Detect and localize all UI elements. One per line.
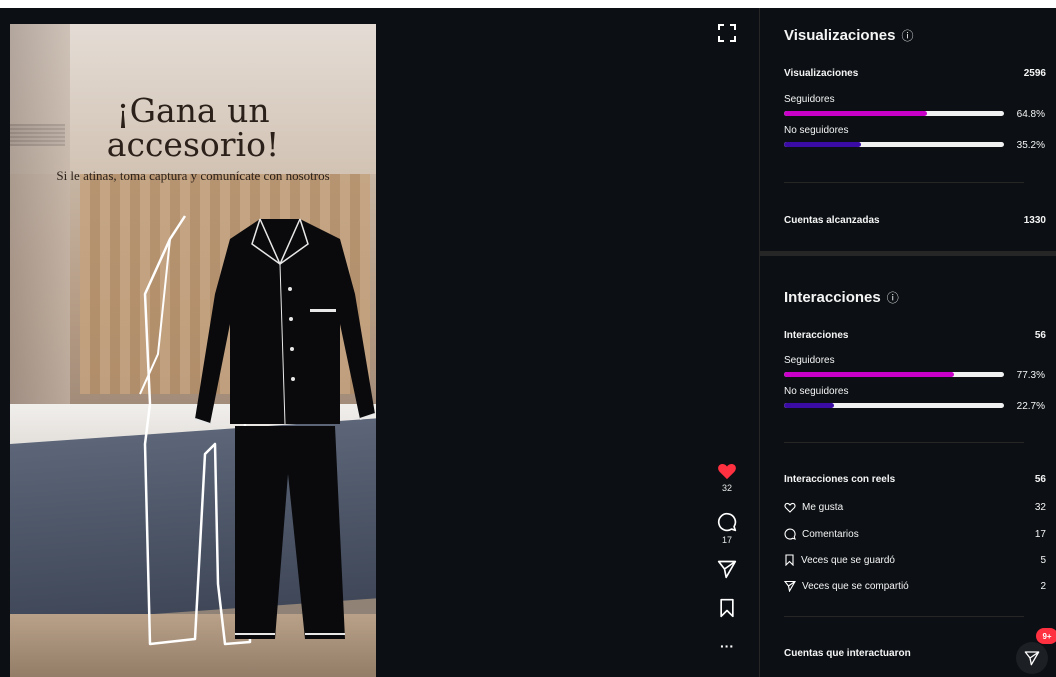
views-non-followers-bar	[784, 142, 1004, 147]
metric-comments-value: 17	[1034, 528, 1046, 540]
heart-filled-icon	[718, 463, 736, 480]
metric-likes-row: Me gusta 32	[784, 502, 1046, 513]
views-title: Visualizaciones	[784, 27, 896, 44]
reached-accounts-row[interactable]: Cuentas alcanzadas 1330	[784, 215, 1046, 226]
metric-shares-row: Veces que se compartió 2	[784, 580, 1046, 592]
comment-count: 17	[721, 535, 732, 545]
reel-interactions-value: 56	[1034, 474, 1046, 485]
metric-comments-row: Comentarios 17	[784, 528, 1046, 540]
bookmark-icon	[720, 598, 734, 618]
metric-saves-value: 5	[1040, 554, 1046, 566]
comment-icon	[717, 512, 737, 532]
info-icon[interactable]: ⓘ	[887, 289, 899, 306]
interactions-non-followers-pct: 22.7%	[1016, 401, 1045, 412]
interacting-accounts-row[interactable]: Cuentas que interactuaron	[784, 648, 1046, 659]
interactions-followers-bar	[784, 372, 1004, 377]
comment-button[interactable]: 17	[715, 512, 739, 545]
save-button[interactable]	[715, 598, 739, 618]
metric-saves-label: Veces que se guardó	[801, 554, 895, 566]
reached-accounts-label: Cuentas alcanzadas	[784, 215, 880, 226]
interactions-total-row: Interacciones 56	[784, 330, 1046, 341]
metric-shares-label: Veces que se compartió	[802, 580, 909, 592]
like-count: 32	[721, 483, 732, 493]
like-button[interactable]: 32	[715, 462, 739, 493]
notification-badge: 9+	[1036, 628, 1056, 644]
interactions-followers-pct: 77.3%	[1016, 370, 1045, 381]
interactions-non-followers-bar	[784, 403, 1004, 408]
pajama-image	[194, 218, 376, 639]
reel-interactions-row: Interacciones con reels 56	[784, 474, 1046, 485]
interactions-non-followers-bar-fill	[784, 403, 834, 408]
interactions-header: Interacciones ⓘ	[784, 289, 899, 306]
reel-interactions-label: Interacciones con reels	[784, 474, 896, 485]
views-followers-bar	[784, 111, 1004, 116]
interactions-total-label: Interacciones	[784, 330, 849, 341]
share-floating-button[interactable]	[1016, 642, 1048, 674]
share-icon	[717, 560, 737, 579]
comment-icon	[784, 528, 796, 540]
interactions-non-followers-label: No seguidores	[784, 386, 849, 397]
divider	[784, 442, 1024, 443]
views-total-value: 2596	[1023, 68, 1046, 79]
views-non-followers-bar-fill	[784, 142, 862, 147]
section-divider	[760, 251, 1056, 256]
share-icon	[784, 580, 796, 592]
more-options-button[interactable]: ···	[715, 638, 739, 654]
reel-preview[interactable]: ¡Gana un accesorio! Si le atinas, toma c…	[10, 24, 376, 677]
reached-accounts-value: 1330	[1023, 215, 1046, 226]
views-total-label: Visualizaciones	[784, 68, 859, 79]
metric-likes-label: Me gusta	[802, 502, 844, 513]
views-header: Visualizaciones ⓘ	[784, 27, 913, 44]
bookmark-icon	[785, 554, 794, 566]
views-non-followers-label: No seguidores	[784, 125, 849, 136]
metric-likes-value: 32	[1034, 502, 1046, 513]
fullscreen-icon[interactable]	[718, 24, 736, 42]
views-total-row: Visualizaciones 2596	[784, 68, 1046, 79]
views-followers-label: Seguidores	[784, 94, 835, 105]
reel-overlay-title: ¡Gana un accesorio!	[106, 91, 280, 164]
reel-insights-view: ¡Gana un accesorio! Si le atinas, toma c…	[0, 8, 1056, 677]
interactions-title: Interacciones	[784, 289, 881, 306]
interacting-accounts-label: Cuentas que interactuaron	[784, 648, 911, 659]
insights-panel: Visualizaciones ⓘ Visualizaciones 2596 S…	[759, 8, 1056, 677]
metric-comments-label: Comentarios	[802, 528, 859, 540]
interactions-followers-label: Seguidores	[784, 355, 835, 366]
views-non-followers-pct: 35.2%	[1016, 140, 1045, 151]
interactions-followers-bar-fill	[784, 372, 955, 377]
reel-overlay-subtitle: Si le atinas, toma captura y comunícate …	[56, 168, 330, 183]
divider	[784, 616, 1024, 617]
views-followers-bar-fill	[784, 111, 927, 116]
metric-shares-value: 2	[1040, 580, 1046, 592]
share-button[interactable]	[715, 559, 739, 579]
interactions-total-value: 56	[1034, 330, 1046, 341]
metric-saves-row: Veces que se guardó 5	[784, 554, 1046, 566]
share-icon	[1024, 651, 1040, 666]
heart-outline-icon	[784, 502, 796, 513]
divider	[784, 182, 1024, 183]
views-followers-pct: 64.8%	[1016, 109, 1045, 120]
info-icon[interactable]: ⓘ	[901, 27, 913, 44]
